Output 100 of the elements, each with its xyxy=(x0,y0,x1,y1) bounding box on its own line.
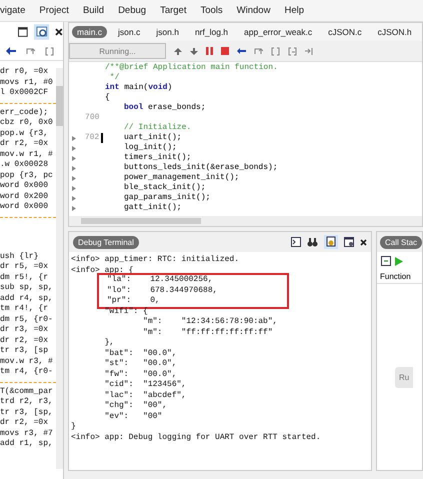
terminal-line: "lo": 678.344970688, xyxy=(107,286,218,296)
code-line: bool erase_bonds; xyxy=(123,103,206,113)
run-status-dropdown[interactable]: Running... xyxy=(69,43,166,59)
line-number: 700 xyxy=(85,113,100,122)
terminal-line: "chg": "00", xyxy=(104,401,168,412)
terminal-line: "lac": "abcdef", xyxy=(104,390,188,401)
menu-item[interactable]: Help xyxy=(284,5,304,16)
back-arrow-icon[interactable] xyxy=(6,47,16,55)
menu-item[interactable]: Target xyxy=(160,5,186,16)
code-line: power_management_init(); xyxy=(123,173,240,183)
panel-title[interactable]: Call Stac xyxy=(380,236,422,248)
triangle-marker-icon xyxy=(72,196,76,200)
code-line: timers_init(); xyxy=(123,153,192,163)
disassembly-line: dr r2, =0x xyxy=(0,418,50,428)
step-over-icon[interactable] xyxy=(254,47,263,55)
code-line: */ xyxy=(108,73,120,83)
file-tab[interactable]: main.c xyxy=(72,26,108,38)
disassembly-line: word 0x200 xyxy=(0,192,50,202)
maximize-icon[interactable] xyxy=(18,27,28,37)
binoculars-icon[interactable] xyxy=(307,238,318,246)
code-line: uart_init(); xyxy=(123,133,182,143)
step-over-icon[interactable] xyxy=(26,47,35,55)
menu-item[interactable]: Debug xyxy=(118,5,146,16)
terminal-line: "st": "00.0", xyxy=(104,359,178,370)
terminal-line: <info> app: Debug logging for UART over RTT started. xyxy=(71,432,322,443)
triangle-marker-icon xyxy=(72,186,76,190)
code-line: buttons_leds_init(&erase_bonds); xyxy=(123,163,278,173)
disassembly-line: dr r0, =0x xyxy=(0,67,50,78)
disassembly-line: word 0x000 xyxy=(0,202,50,212)
disassembly-line: dr r3, =0x xyxy=(0,325,50,336)
disassembly-line: cbz r0, 0x0 xyxy=(0,118,54,128)
disassembly-line: dm r5!, {r xyxy=(0,272,50,283)
play-icon[interactable] xyxy=(395,256,403,266)
disassembly-line: T(&comm_par xyxy=(0,386,54,397)
menu-item[interactable]: Window xyxy=(236,5,270,16)
menu-item[interactable]: Tools xyxy=(200,5,223,16)
terminal-line: "la": 12.345000256, xyxy=(107,275,214,286)
pause-icon[interactable] xyxy=(206,47,213,55)
up-arrow-icon[interactable] xyxy=(174,48,182,54)
disassembly-line: mov.w r3, # xyxy=(0,356,54,367)
disassembly-line: add r1, sp, xyxy=(0,439,54,450)
disassembly-line: tr r3, [sp, xyxy=(0,408,54,418)
horizontal-scrollbar[interactable] xyxy=(69,216,422,226)
disassembly-line: movs r3, #7 xyxy=(0,428,54,439)
disassembly-line: ush {lr} xyxy=(0,252,40,262)
disassembly-line: trd r2, r3, xyxy=(0,397,54,408)
run-to-cursor-icon[interactable] xyxy=(305,46,314,56)
terminal-line: "m": "ff:ff:ff:ff:ff:ff" xyxy=(142,328,274,338)
disassembly-line: dr r2, =0x xyxy=(0,139,50,150)
triangle-marker-icon xyxy=(72,146,76,150)
line-number: 702 xyxy=(84,133,100,142)
disassembly-line: .w 0x00028 xyxy=(0,160,50,170)
disassembly-line: sub sp, sp, xyxy=(0,283,54,294)
disassembly-line: dr r5, =0x xyxy=(0,262,50,272)
disassembly-line: pop {r3, pc xyxy=(0,170,54,181)
code-line: int main(void) xyxy=(104,83,172,93)
close-icon[interactable] xyxy=(360,238,367,246)
back-arrow-icon[interactable] xyxy=(237,48,246,54)
file-tab[interactable]: cJSON.h xyxy=(372,26,417,38)
window-icon[interactable] xyxy=(381,256,391,266)
window-info-icon[interactable] xyxy=(344,237,354,247)
triangle-marker-icon xyxy=(72,136,76,140)
triangle-marker-icon xyxy=(72,156,76,160)
code-line: { xyxy=(104,93,110,103)
run-button[interactable]: Ru xyxy=(395,366,414,388)
disassembly-line: mov.w r1, # xyxy=(0,150,54,160)
menu-item[interactable]: Build xyxy=(82,5,104,16)
disassembly-line: tr r3, [sp xyxy=(0,346,50,356)
code-line: ble_stack_init(); xyxy=(123,183,206,193)
down-arrow-icon[interactable] xyxy=(190,48,198,54)
file-tab[interactable]: nrf_log.h xyxy=(190,26,234,38)
terminal-line: }, xyxy=(104,338,116,348)
terminal-line: "pr": 0, xyxy=(107,296,161,306)
code-line: /**@brief Application main function. xyxy=(104,63,278,73)
file-tab[interactable]: cJSON.c xyxy=(323,26,367,38)
close-icon[interactable] xyxy=(55,28,63,36)
settings-icon[interactable] xyxy=(324,235,338,249)
triangle-marker-icon xyxy=(72,166,76,170)
terminal-line: "cid": "123456", xyxy=(104,380,188,390)
terminal-line: "fw": "00.0", xyxy=(104,370,178,380)
file-tab[interactable]: app_error_weak.c xyxy=(239,26,318,38)
terminal-line: <info> app_timer: RTC: initialized. xyxy=(71,255,240,266)
menu-item[interactable]: vigate xyxy=(0,5,26,16)
triangle-marker-icon xyxy=(72,176,76,180)
disassembly-line: dr r2, =0x xyxy=(0,336,50,346)
disassembly-line: add r4, sp, xyxy=(0,294,54,304)
menu-item[interactable]: Project xyxy=(39,5,69,16)
disassembly-line: tm r4!, {r xyxy=(0,304,50,314)
code-line: gatt_init(); xyxy=(123,203,182,213)
panel-title[interactable]: Debug Terminal xyxy=(73,236,139,248)
terminal-icon[interactable] xyxy=(291,237,301,247)
terminal-line: "ev": "00" xyxy=(104,412,164,422)
file-tab[interactable]: json.h xyxy=(151,26,184,38)
file-tab[interactable]: json.c xyxy=(113,26,146,38)
terminal-line: "wifi": { xyxy=(104,306,149,317)
disassembly-line: err_code); xyxy=(0,108,50,118)
disassembly-line: l 0x0002CF xyxy=(0,88,50,98)
window-search-icon[interactable] xyxy=(34,24,50,40)
code-line: // Initialize. xyxy=(123,123,192,133)
column-header[interactable]: Function xyxy=(377,270,422,284)
